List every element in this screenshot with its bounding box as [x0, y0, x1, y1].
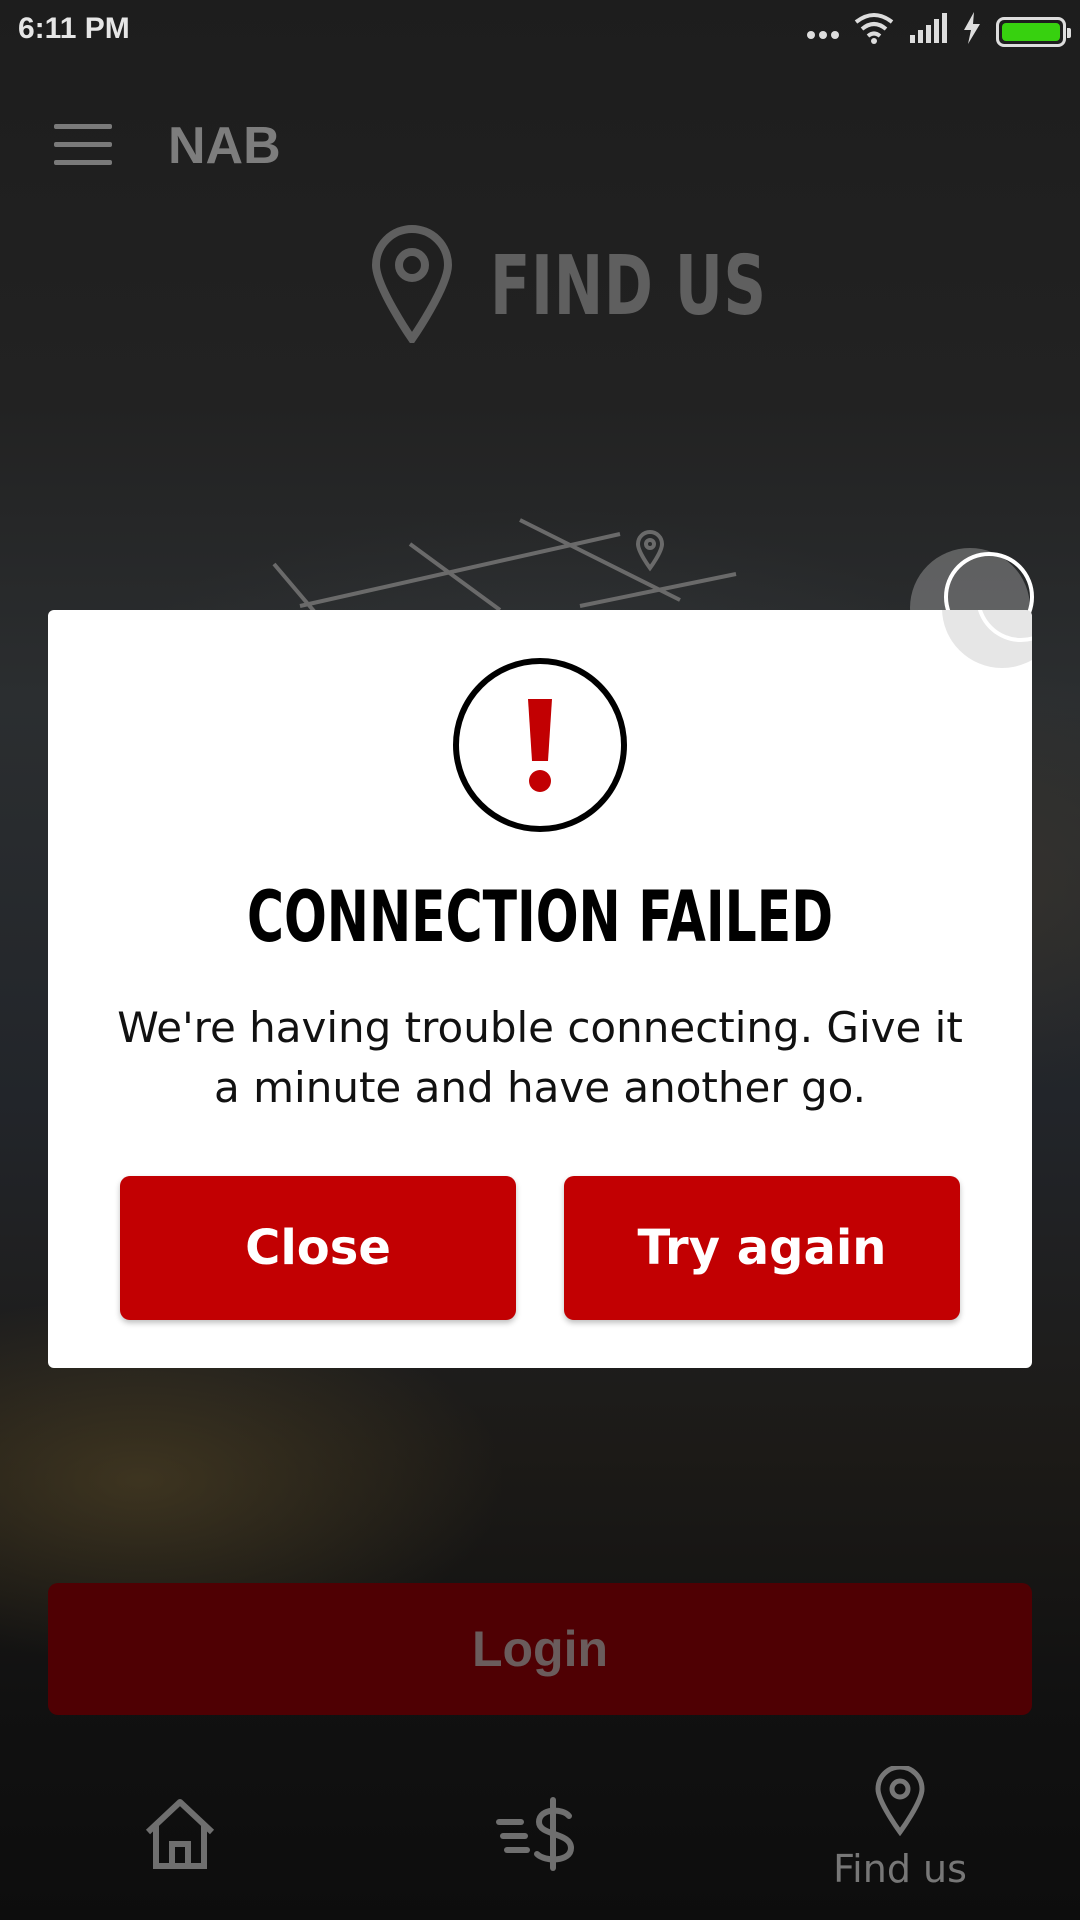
- nav-payments[interactable]: [490, 1740, 590, 1920]
- bottom-nav: Find us: [0, 1740, 1080, 1920]
- menu-icon[interactable]: [54, 124, 112, 166]
- dialog-title: CONNECTION FAILED: [246, 876, 834, 958]
- status-icons: [806, 12, 1071, 52]
- connection-failed-dialog: CONNECTION FAILED We're having trouble c…: [48, 610, 1032, 1368]
- status-time: 6:11 PM: [18, 12, 130, 45]
- app-bar: NAB: [0, 90, 1080, 200]
- login-button: Login: [48, 1583, 1032, 1715]
- location-pin-icon: [370, 225, 454, 348]
- more-dots-icon: [806, 15, 840, 49]
- nav-find-us[interactable]: Find us: [820, 1740, 980, 1920]
- payments-icon: [495, 1740, 585, 1879]
- dialog-message: We're having trouble connecting. Give it…: [117, 1003, 963, 1112]
- try-again-button[interactable]: Try again: [564, 1176, 960, 1320]
- page-title: FIND US: [490, 239, 767, 334]
- wifi-icon: [854, 12, 894, 52]
- nav-find-us-label: Find us: [833, 1847, 967, 1891]
- page-header: FIND US: [370, 225, 874, 348]
- nav-home[interactable]: [130, 1740, 230, 1920]
- battery-icon: [996, 17, 1071, 47]
- home-icon: [140, 1740, 220, 1879]
- loading-spinner: [942, 610, 1032, 668]
- charging-bolt-icon: [962, 12, 982, 52]
- map-illustration: [272, 518, 737, 610]
- brand-title: NAB: [168, 117, 281, 175]
- signal-icon: [908, 13, 948, 51]
- status-bar: 6:11 PM: [0, 0, 1080, 60]
- close-button[interactable]: Close: [120, 1176, 516, 1320]
- alert-exclamation-icon: [453, 658, 627, 832]
- location-pin-icon: [873, 1740, 927, 1841]
